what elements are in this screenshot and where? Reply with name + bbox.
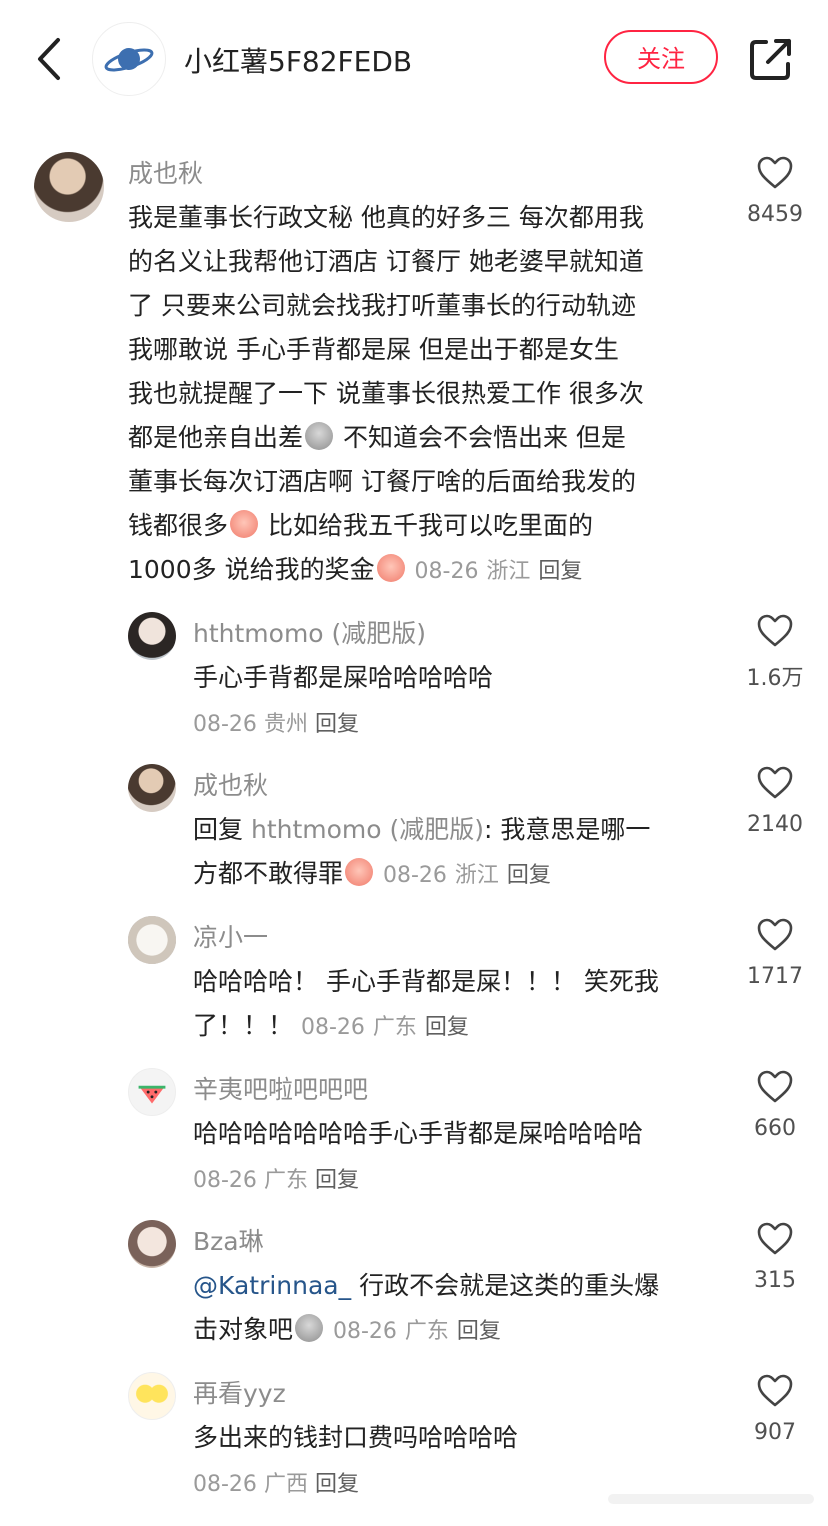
comment-segment: 不知道会不会悟出来 但是: [335, 423, 626, 452]
comment-author[interactable]: 成也秋: [128, 154, 203, 190]
like-count: 2140: [747, 812, 803, 837]
comment-line: 的名义让我帮他订酒店 订餐厅 她老婆早就知道: [128, 247, 644, 276]
comment-location: 广西: [263, 1472, 308, 1497]
comment-location: 浙江: [486, 559, 531, 584]
comment-location: 贵州: [263, 712, 308, 737]
comment-line: 了！！！ 08-26 广东 回复: [193, 1006, 469, 1042]
comment-date: 08-26: [193, 1472, 257, 1497]
avatar[interactable]: [128, 916, 176, 964]
heart-icon[interactable]: [756, 1374, 794, 1408]
mention-link[interactable]: @Katrinnaa_: [193, 1271, 351, 1300]
comment-text: 哈哈哈哈哈哈哈手心手背都是屎哈哈哈哈: [193, 1119, 644, 1148]
comment-author[interactable]: 辛夷吧啦吧吧吧: [193, 1070, 368, 1106]
comment-text: 手心手背都是屎哈哈哈哈哈: [193, 663, 494, 692]
reply-button[interactable]: 回复: [315, 1168, 359, 1193]
avatar[interactable]: [128, 1372, 176, 1420]
avatar[interactable]: [128, 1220, 176, 1268]
crying-emoji-icon: [345, 858, 374, 886]
comment-location: 广东: [404, 1319, 449, 1344]
comment-line: 我哪敢说 手心手背都是屎 但是出于都是女生: [128, 335, 619, 364]
heart-icon[interactable]: [756, 1222, 794, 1256]
planet-avatar-icon: [104, 48, 154, 72]
comment-author[interactable]: 成也秋: [193, 766, 268, 802]
profile-avatar[interactable]: [92, 22, 166, 96]
comment-segment: 行政不会就是这类的重头爆: [351, 1271, 660, 1300]
watermelon-avatar-icon: [138, 1085, 166, 1104]
avatar[interactable]: [34, 152, 104, 222]
like-count: 1.6万: [746, 666, 804, 691]
profile-nickname[interactable]: 小红薯5F82FEDB: [184, 40, 412, 80]
reply-button[interactable]: 回复: [507, 863, 551, 888]
comment-segment: 了！！！: [193, 1011, 294, 1040]
comment-meta: 08-26 贵州 回复: [193, 706, 359, 738]
comment-date: 08-26: [300, 1015, 365, 1040]
comment-line: 钱都很多 比如给我五千我可以吃里面的: [128, 506, 593, 542]
comment-line: 我也就提醒了一下 说董事长很热爱工作 很多次: [128, 379, 644, 408]
comment-meta: 08-26 广东 回复: [193, 1162, 359, 1194]
reply-button[interactable]: 回复: [315, 1472, 359, 1497]
comment-date: 08-26: [414, 559, 479, 584]
comment-line: 回复 hthtmomo (减肥版): 我意思是哪一: [193, 810, 650, 846]
comment-meta: 08-26 广西 回复: [193, 1466, 359, 1498]
like-count: 315: [754, 1268, 796, 1293]
comment-segment: 击对象吧: [193, 1315, 294, 1344]
comment-line: @Katrinnaa_ 行政不会就是这类的重头爆: [193, 1266, 659, 1302]
comment-segment: : 我意思是哪一: [484, 815, 651, 844]
comment-location: 广东: [263, 1168, 308, 1193]
comment-date: 08-26: [193, 712, 257, 737]
avatar[interactable]: [128, 1068, 176, 1116]
crying-emoji-icon: [230, 510, 259, 538]
comment-line: 了 只要来公司就会找我打听董事长的行动轨迹: [128, 291, 636, 320]
reply-button[interactable]: 回复: [457, 1319, 501, 1344]
comment-line: 我是董事长行政文秘 他真的好多三 每次都用我: [128, 203, 644, 232]
comment-author[interactable]: hthtmomo (减肥版): [193, 614, 426, 650]
comment-line: 都是他亲自出差 不知道会不会悟出来 但是: [128, 418, 626, 454]
sweat-emoji-icon: [305, 422, 334, 450]
home-indicator: [608, 1494, 814, 1504]
back-chevron-icon[interactable]: [30, 36, 70, 82]
comment-segment: 比如给我五千我可以吃里面的: [260, 511, 593, 540]
comment-text: 多出来的钱封口费吗哈哈哈哈: [193, 1423, 519, 1452]
reply-prefix: 回复: [193, 815, 244, 844]
comment-author[interactable]: Bza琳: [193, 1222, 264, 1258]
comment-date: 08-26: [332, 1319, 397, 1344]
comment-line: 1000多 说给我的奖金 08-26 浙江 回复: [128, 550, 582, 586]
follow-button[interactable]: 关注: [604, 30, 718, 84]
like-count: 907: [754, 1420, 796, 1445]
comment-line: 方都不敢得罪 08-26 浙江 回复: [193, 854, 551, 890]
like-count: 1717: [747, 964, 803, 989]
reply-button[interactable]: 回复: [538, 559, 582, 584]
heart-icon[interactable]: [756, 766, 794, 800]
reply-target[interactable]: hthtmomo (减肥版): [251, 815, 484, 844]
reply-button[interactable]: 回复: [315, 712, 359, 737]
heart-icon[interactable]: [756, 614, 794, 648]
comment-segment: 钱都很多: [128, 511, 229, 540]
comment-location: 广东: [372, 1015, 417, 1040]
comment-author[interactable]: 凉小一: [193, 918, 268, 954]
comment-segment: 1000多 说给我的奖金: [128, 555, 375, 584]
comment-date: 08-26: [382, 863, 447, 888]
share-icon[interactable]: [748, 36, 794, 82]
heart-icon[interactable]: [756, 156, 794, 190]
heart-icon[interactable]: [756, 1070, 794, 1104]
avatar[interactable]: [128, 764, 176, 812]
avatar[interactable]: [128, 612, 176, 660]
top-bar: 小红薯5F82FEDB 关注: [0, 0, 828, 120]
like-count: 660: [754, 1116, 796, 1141]
crying-emoji-icon: [376, 554, 405, 582]
reply-button[interactable]: 回复: [425, 1015, 469, 1040]
comment-line: 哈哈哈哈！ 手心手背都是屎！！！ 笑死我: [193, 967, 659, 996]
comment-line: 击对象吧 08-26 广东 回复: [193, 1310, 501, 1346]
comment-author[interactable]: 再看yyz: [193, 1374, 286, 1410]
comment-line: 董事长每次订酒店啊 订餐厅啥的后面给我发的: [128, 467, 636, 496]
comment-location: 浙江: [454, 863, 499, 888]
comment-date: 08-26: [193, 1168, 257, 1193]
heart-icon[interactable]: [756, 918, 794, 952]
comment-segment: 方都不敢得罪: [193, 859, 344, 888]
comment-segment: 都是他亲自出差: [128, 423, 304, 452]
sweat-emoji-icon: [295, 1314, 324, 1342]
like-count: 8459: [747, 202, 803, 227]
